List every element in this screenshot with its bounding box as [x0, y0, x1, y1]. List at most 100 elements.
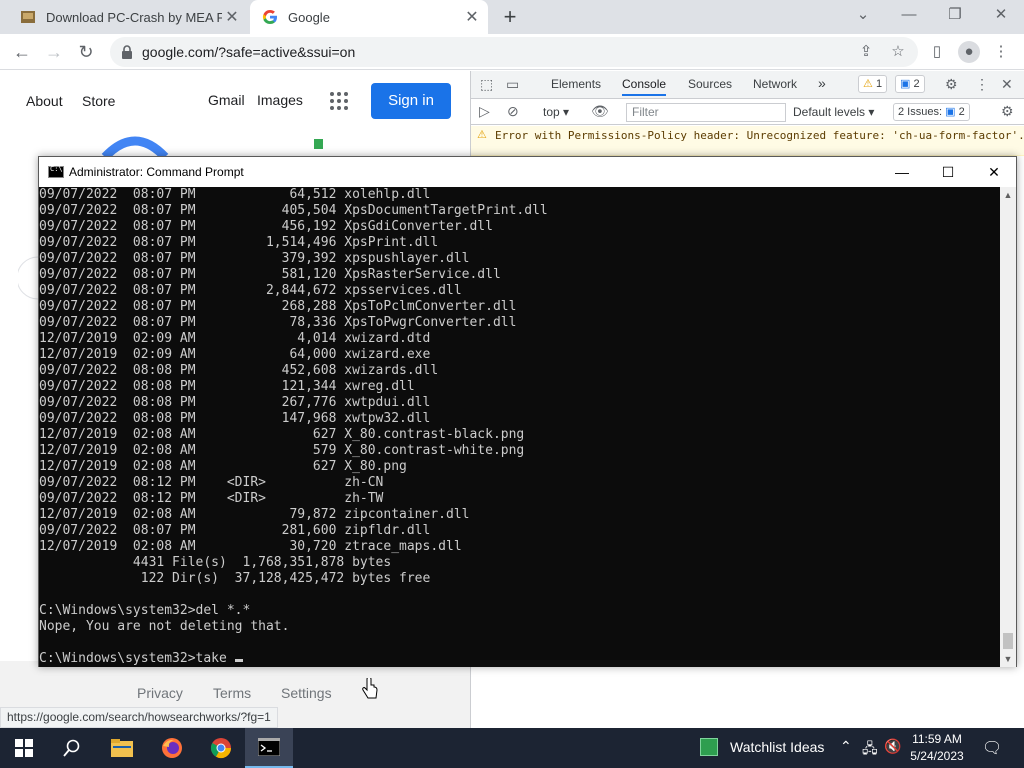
cmd-console-output[interactable]: 09/07/2022 08:07 PM 64,512 xolehlp.dll 0… — [39, 187, 1000, 667]
tab-sources[interactable]: Sources — [688, 77, 732, 91]
warnings-badge[interactable]: ⚠ 1 — [858, 75, 888, 93]
devtools-settings-gear-icon[interactable]: ⚙ — [945, 76, 958, 93]
console-line: 09/07/2022 08:07 PM 379,392 xpspushlayer… — [39, 251, 470, 266]
close-tab-icon[interactable]: ✕ — [222, 7, 242, 27]
lock-icon — [122, 45, 132, 59]
live-expression-eye-icon[interactable]: 👁 — [591, 103, 609, 120]
cmd-titlebar[interactable]: Administrator: Command Prompt — ☐ ✕ — [39, 157, 1016, 187]
clear-console-icon[interactable]: ⊘ — [507, 103, 519, 120]
cmd-maximize-icon[interactable]: ☐ — [925, 157, 971, 187]
menu-kebab-icon[interactable]: ⋮ — [990, 41, 1012, 63]
issues-count: 2 — [958, 106, 965, 118]
side-panel-icon[interactable]: ▯ — [926, 41, 948, 63]
tab-console[interactable]: Console — [622, 77, 667, 96]
messages-badge[interactable]: ▣ 2 — [895, 75, 925, 93]
windows-logo-icon — [15, 739, 33, 757]
tab-google[interactable]: Google ✕ — [250, 0, 488, 34]
browser-window-controls: ⌄ — ❐ ✕ — [840, 0, 1024, 34]
link-status-bubble: https://google.com/search/howsearchworks… — [0, 707, 278, 728]
console-line: 12/07/2019 02:08 AM 627 X_80.contrast-bl… — [39, 427, 525, 442]
notification-center-icon[interactable]: 🗨 — [982, 738, 1002, 758]
google-logo-fragment — [101, 136, 323, 157]
cmd-close-icon[interactable]: ✕ — [971, 157, 1017, 187]
desktop: Download PC-Crash by MEA Fore ✕ Google ✕… — [0, 0, 1024, 768]
images-link[interactable]: Images — [257, 92, 303, 108]
tab-search-icon[interactable]: ⌄ — [840, 0, 886, 34]
taskbar-firefox[interactable] — [148, 728, 196, 768]
context-selector[interactable]: top ▾ — [543, 105, 569, 119]
console-prompt-line[interactable]: C:\Windows\system32>take — [39, 651, 235, 666]
devtools-close-icon[interactable]: ✕ — [1001, 76, 1013, 93]
sign-in-button[interactable]: Sign in — [371, 83, 451, 119]
tab-pc-crash[interactable]: Download PC-Crash by MEA Fore ✕ — [8, 0, 248, 34]
search-icon — [63, 739, 80, 757]
tab-elements[interactable]: Elements — [551, 77, 601, 91]
console-line: 09/07/2022 08:07 PM 405,504 XpsDocumentT… — [39, 203, 548, 218]
volume-muted-icon[interactable]: 🔇 — [884, 738, 901, 755]
watchlist-widget[interactable]: Watchlist Ideas — [700, 738, 824, 756]
console-line: 09/07/2022 08:08 PM 147,968 xwtpw32.dll — [39, 411, 431, 426]
taskbar-command-prompt[interactable] — [245, 728, 293, 768]
watchlist-label: Watchlist Ideas — [730, 739, 825, 755]
console-line: 4431 File(s) 1,768,351,878 bytes — [39, 555, 392, 570]
bookmark-star-icon[interactable]: ☆ — [888, 42, 908, 62]
system-clock[interactable]: 11:59 AM 5/24/2023 — [905, 731, 969, 765]
cmd-app-icon — [48, 165, 64, 178]
settings-link[interactable]: Settings — [281, 685, 332, 701]
network-icon[interactable]: 🖧 — [862, 738, 878, 762]
scroll-up-arrow-icon[interactable]: ▲ — [1000, 187, 1016, 203]
share-icon[interactable]: ⇪ — [856, 42, 876, 62]
google-apps-icon[interactable] — [330, 92, 348, 110]
console-settings-gear-icon[interactable]: ⚙ — [1001, 103, 1014, 120]
inspect-element-icon[interactable]: ⬚ — [480, 76, 493, 93]
console-line: 12/07/2019 02:09 AM 64,000 xwizard.exe — [39, 347, 431, 362]
gmail-link[interactable]: Gmail — [208, 92, 245, 108]
close-window-icon[interactable]: ✕ — [978, 0, 1024, 34]
new-tab-button[interactable]: + — [498, 4, 522, 30]
store-link[interactable]: Store — [82, 93, 115, 109]
console-line: Nope, You are not deleting that. — [39, 619, 290, 634]
chrome-icon — [210, 738, 232, 759]
taskbar-file-explorer[interactable] — [98, 728, 146, 768]
tab-network[interactable]: Network — [753, 77, 797, 91]
windows-taskbar: Watchlist Ideas ⌃ 🖧 🔇 11:59 AM 5/24/2023… — [0, 728, 1024, 768]
devtools-menu-kebab-icon[interactable]: ⋮ — [975, 76, 989, 93]
console-warning-message: ⚠ Error with Permissions-Policy header: … — [471, 126, 1024, 156]
profile-avatar-icon[interactable]: ● — [958, 41, 980, 63]
terms-link[interactable]: Terms — [213, 685, 251, 701]
about-link[interactable]: About — [26, 93, 63, 109]
back-icon[interactable]: ← — [10, 40, 34, 64]
taskbar-chrome[interactable] — [197, 728, 245, 768]
console-line: 12/07/2019 02:08 AM 79,872 zipcontainer.… — [39, 507, 470, 522]
minimize-icon[interactable]: — — [886, 0, 932, 34]
console-line: 09/07/2022 08:07 PM 2,844,672 xpsservice… — [39, 283, 462, 298]
forward-icon[interactable]: → — [42, 40, 66, 64]
restore-icon[interactable]: ❐ — [932, 0, 978, 34]
stock-chart-icon — [700, 738, 718, 756]
scroll-thumb[interactable] — [1003, 633, 1013, 649]
search-button[interactable] — [48, 728, 96, 768]
show-sidebar-icon[interactable]: ▷ — [479, 103, 490, 120]
scroll-down-arrow-icon[interactable]: ▼ — [1000, 651, 1016, 667]
warning-triangle-icon: ⚠ — [863, 78, 873, 90]
more-tabs-icon[interactable]: » — [818, 75, 826, 91]
issues-button[interactable]: 2 Issues: ▣ 2 — [893, 103, 970, 121]
cmd-window-title: Administrator: Command Prompt — [69, 165, 244, 179]
google-favicon-icon — [262, 10, 277, 24]
console-filter-input[interactable]: Filter — [626, 103, 786, 122]
reload-icon[interactable]: ↻ — [74, 40, 98, 64]
start-button[interactable] — [0, 728, 48, 768]
firefox-icon — [162, 738, 182, 758]
console-line: C:\Windows\system32>del *.* — [39, 603, 251, 618]
close-tab-icon[interactable]: ✕ — [462, 7, 482, 27]
show-hidden-icons-chevron-icon[interactable]: ⌃ — [840, 738, 852, 755]
device-toolbar-icon[interactable]: ▭ — [506, 76, 519, 93]
console-line: 09/07/2022 08:12 PM <DIR> zh-TW — [39, 491, 384, 506]
address-bar[interactable]: google.com/?safe=active&ssui=on ⇪ ☆ — [110, 37, 918, 67]
cmd-minimize-icon[interactable]: — — [879, 157, 925, 187]
log-levels-dropdown[interactable]: Default levels ▾ — [793, 105, 874, 119]
cmd-vertical-scrollbar[interactable]: ▲ ▼ — [1000, 187, 1016, 667]
privacy-link[interactable]: Privacy — [137, 685, 183, 701]
console-line: 09/07/2022 08:07 PM 456,192 XpsGdiConver… — [39, 219, 493, 234]
console-line: 12/07/2019 02:08 AM 627 X_80.png — [39, 459, 407, 474]
